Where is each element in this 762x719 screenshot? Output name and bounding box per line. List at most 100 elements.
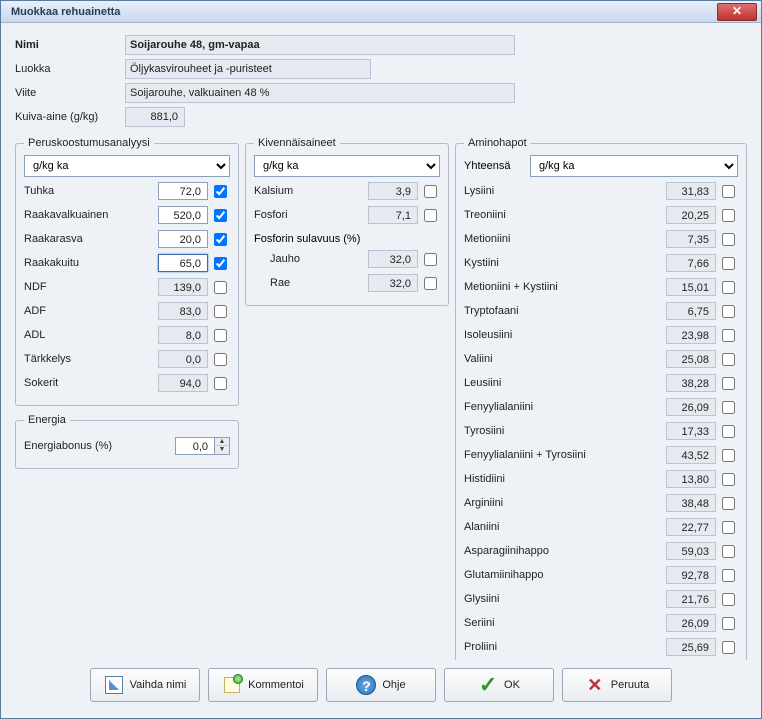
kiven-row-label: Fosfori	[254, 209, 368, 221]
perus-row-checkbox[interactable]	[214, 257, 227, 270]
amino-row: Seriini26,09	[464, 613, 738, 633]
button-bar: Vaihda nimi Kommentoi ? Ohje ✓ OK ✕ Peru…	[15, 660, 747, 706]
amino-row-checkbox[interactable]	[722, 617, 735, 630]
kiven-unit-select[interactable]: g/kg ka	[254, 155, 440, 177]
perus-row-value: 0,0	[158, 350, 208, 368]
perus-row-label: Raakakuitu	[24, 257, 158, 269]
energia-legend: Energia	[24, 414, 70, 426]
perus-row-value[interactable]: 65,0	[158, 254, 208, 272]
amino-row-checkbox[interactable]	[722, 425, 735, 438]
perus-row-value: 8,0	[158, 326, 208, 344]
viite-label: Viite	[15, 87, 125, 99]
perus-row-label: Tärkkelys	[24, 353, 158, 365]
amino-row-value: 26,09	[666, 398, 716, 416]
energia-group: Energia Energiabonus (%) 0,0 ▲▼	[15, 414, 239, 469]
amino-row-checkbox[interactable]	[722, 281, 735, 294]
amino-row-checkbox[interactable]	[722, 353, 735, 366]
amino-row-label: Histidiini	[464, 473, 666, 485]
energiabonus-value[interactable]: 0,0	[175, 437, 215, 455]
amino-row-label: Glutamiinihappo	[464, 569, 666, 581]
perus-unit-select[interactable]: g/kg ka	[24, 155, 230, 177]
perus-row-label: ADL	[24, 329, 158, 341]
perus-row-value[interactable]: 20,0	[158, 230, 208, 248]
amino-row-checkbox[interactable]	[722, 305, 735, 318]
amino-row-checkbox[interactable]	[722, 209, 735, 222]
amino-row-value: 59,03	[666, 542, 716, 560]
perus-row-checkbox[interactable]	[214, 305, 227, 318]
luokka-label: Luokka	[15, 63, 125, 75]
amino-row-checkbox[interactable]	[722, 401, 735, 414]
amino-row-checkbox[interactable]	[722, 641, 735, 654]
fosf-row: Jauho32,0	[254, 249, 440, 269]
perus-row: Tuhka72,0	[24, 181, 230, 201]
perus-row-checkbox[interactable]	[214, 281, 227, 294]
perus-row-value: 94,0	[158, 374, 208, 392]
perus-row-checkbox[interactable]	[214, 329, 227, 342]
yhteensa-label: Yhteensä	[464, 160, 524, 172]
perus-row-value[interactable]: 520,0	[158, 206, 208, 224]
amino-row-value: 23,98	[666, 326, 716, 344]
energiabonus-spinner[interactable]: 0,0 ▲▼	[175, 437, 230, 455]
amino-row-label: Metioniini	[464, 233, 666, 245]
perus-row-label: Sokerit	[24, 377, 158, 389]
ohje-button[interactable]: ? Ohje	[326, 668, 436, 702]
amino-row-value: 92,78	[666, 566, 716, 584]
perus-row-value[interactable]: 72,0	[158, 182, 208, 200]
amino-row-label: Arginiini	[464, 497, 666, 509]
spin-up-icon[interactable]: ▲	[215, 438, 229, 446]
ohje-label: Ohje	[382, 679, 405, 691]
amino-row-label: Tryptofaani	[464, 305, 666, 317]
amino-row-checkbox[interactable]	[722, 377, 735, 390]
perus-row-checkbox[interactable]	[214, 353, 227, 366]
ok-button[interactable]: ✓ OK	[444, 668, 554, 702]
kivennaisaineet-group: Kivennäisaineet g/kg ka Kalsium3,9Fosfor…	[245, 137, 449, 306]
fosf-row: Rae32,0	[254, 273, 440, 293]
amino-row-checkbox[interactable]	[722, 329, 735, 342]
window-title: Muokkaa rehuainetta	[11, 6, 717, 18]
amino-row-checkbox[interactable]	[722, 233, 735, 246]
dialog-window: Muokkaa rehuainetta ✕ Nimi Soijarouhe 48…	[0, 0, 762, 719]
kiven-row: Fosfori7,1	[254, 205, 440, 225]
kiven-row-checkbox[interactable]	[424, 209, 437, 222]
amino-row-checkbox[interactable]	[722, 545, 735, 558]
kiven-row: Kalsium3,9	[254, 181, 440, 201]
amino-row-value: 13,80	[666, 470, 716, 488]
amino-unit-select[interactable]: g/kg ka	[530, 155, 738, 177]
comment-icon	[222, 675, 242, 695]
close-button[interactable]: ✕	[717, 3, 757, 21]
amino-row-value: 43,52	[666, 446, 716, 464]
amino-row-checkbox[interactable]	[722, 449, 735, 462]
amino-row-checkbox[interactable]	[722, 185, 735, 198]
amino-row: Proliini25,69	[464, 637, 738, 657]
amino-row-label: Treoniini	[464, 209, 666, 221]
aminohapot-legend: Aminohapot	[464, 137, 531, 149]
amino-row-checkbox[interactable]	[722, 593, 735, 606]
amino-row-checkbox[interactable]	[722, 569, 735, 582]
amino-row-value: 7,35	[666, 230, 716, 248]
cancel-icon: ✕	[585, 675, 605, 695]
amino-row-checkbox[interactable]	[722, 497, 735, 510]
spin-down-icon[interactable]: ▼	[215, 446, 229, 454]
amino-row-checkbox[interactable]	[722, 257, 735, 270]
amino-row-label: Valiini	[464, 353, 666, 365]
perus-row-label: Raakavalkuainen	[24, 209, 158, 221]
amino-row: Leusiini38,28	[464, 373, 738, 393]
peruuta-label: Peruuta	[611, 679, 650, 691]
amino-row-checkbox[interactable]	[722, 473, 735, 486]
perus-row-checkbox[interactable]	[214, 377, 227, 390]
kommentoi-button[interactable]: Kommentoi	[208, 668, 318, 702]
amino-row-value: 6,75	[666, 302, 716, 320]
peruuta-button[interactable]: ✕ Peruuta	[562, 668, 672, 702]
perus-row-checkbox[interactable]	[214, 233, 227, 246]
amino-row-checkbox[interactable]	[722, 521, 735, 534]
kiven-row-checkbox[interactable]	[424, 185, 437, 198]
vaihda-nimi-button[interactable]: Vaihda nimi	[90, 668, 200, 702]
perus-row-checkbox[interactable]	[214, 209, 227, 222]
fosf-row-checkbox[interactable]	[424, 253, 437, 266]
amino-row-value: 15,01	[666, 278, 716, 296]
perus-row-checkbox[interactable]	[214, 185, 227, 198]
amino-row: Metioniini7,35	[464, 229, 738, 249]
amino-row-label: Tyrosiini	[464, 425, 666, 437]
fosf-row-checkbox[interactable]	[424, 277, 437, 290]
amino-row: Histidiini13,80	[464, 469, 738, 489]
